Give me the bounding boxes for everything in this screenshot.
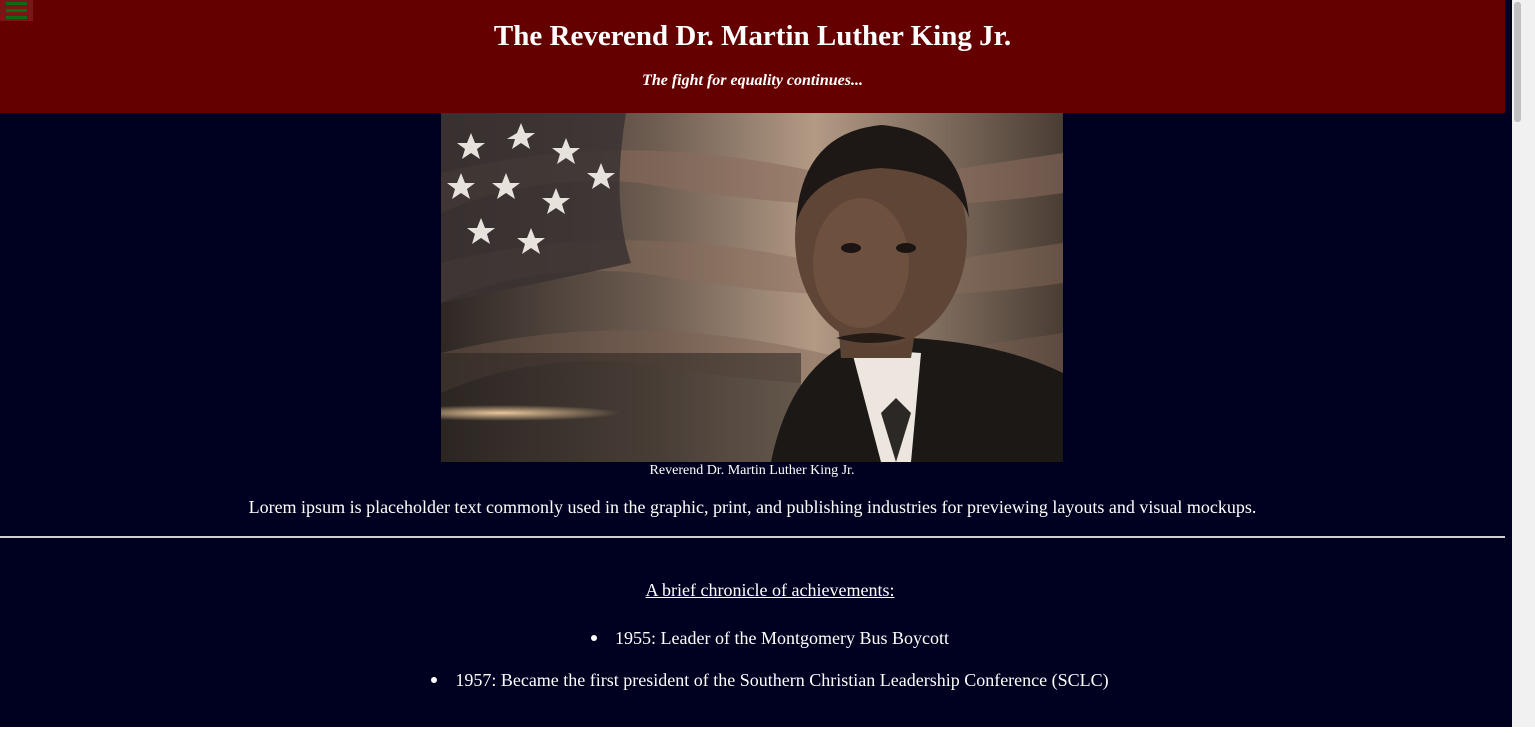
portrait-photo [441,113,1063,462]
tagline: The fight for equality continues... [642,72,863,89]
menu-bar [6,2,27,5]
header-banner: The Reverend Dr. Martin Luther King Jr. … [0,0,1505,113]
list-item-text: 1957: Became the first president of the … [455,670,1109,690]
menu-bar [6,9,27,12]
portrait-figure: Reverend Dr. Martin Luther King Jr. [441,113,1063,478]
chronicle-heading: A brief chronicle of achievements: [645,580,895,600]
page: The Reverend Dr. Martin Luther King Jr. … [0,0,1512,727]
bullet-icon [431,676,438,683]
bullet-icon [591,634,598,641]
section-divider [0,536,1505,538]
scrollbar-thumb[interactable] [1514,2,1521,122]
achievements-list: 1955: Leader of the Montgomery Bus Boyco… [0,626,1512,710]
list-item: 1957: Became the first president of the … [0,668,1512,710]
photo-caption: Reverend Dr. Martin Luther King Jr. [649,463,855,478]
intro-paragraph: Lorem ipsum is placeholder text commonly… [248,497,1257,517]
page-title: The Reverend Dr. Martin Luther King Jr. [493,20,1012,52]
list-item-text: 1955: Leader of the Montgomery Bus Boyco… [615,628,949,648]
list-item: 1955: Leader of the Montgomery Bus Boyco… [0,626,1512,668]
